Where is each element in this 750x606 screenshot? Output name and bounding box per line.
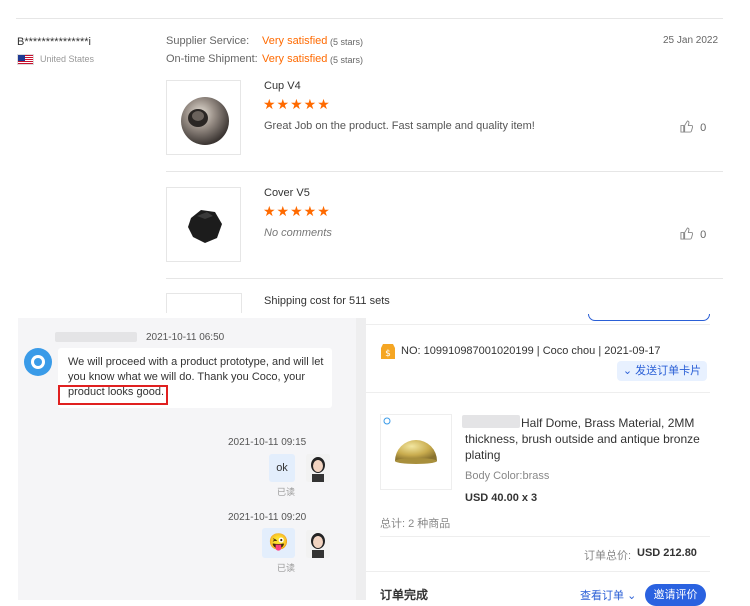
send-order-card-button[interactable]: ⌄ 发送订单卡片 (617, 361, 707, 381)
msg-2-read-status: 已读 (277, 487, 296, 497)
user-avatar (306, 454, 330, 482)
cup-v4-thumbnail[interactable] (166, 80, 241, 155)
chat-panel: 2021-10-11 06:50 We will proceed with a … (18, 318, 356, 600)
item-1-review-text: Great Job on the product. Fast sample an… (264, 120, 535, 132)
item-3-thumbnail[interactable] (166, 293, 242, 313)
chevron-down-icon: ⌄ (627, 590, 637, 602)
chevron-down-icon: ⌄ (622, 365, 633, 377)
item-1-like-count: 0 (700, 122, 707, 134)
panel-gutter (356, 318, 366, 600)
user-avatar (306, 530, 330, 558)
thumbs-up-icon (680, 227, 696, 241)
order-total-value: USD 212.80 (637, 547, 697, 559)
product-body-color: Body Color:brass (465, 470, 550, 482)
supplier-service-label: Supplier Service: (166, 35, 250, 47)
product-price-qty: USD 40.00 x 3 (465, 492, 538, 504)
product-title[interactable]: Half Dome, Brass Material, 2MM thickness… (465, 415, 703, 463)
order-icon: $ (380, 342, 396, 360)
item-separator (166, 171, 723, 172)
order-number: NO: 109910987001020199 | Coco chou | 202… (401, 345, 661, 357)
order-status: 订单完成 (380, 588, 429, 602)
view-order-link[interactable]: 查看订单 ⌄ (580, 587, 636, 603)
item-1-name: Cup V4 (264, 80, 301, 92)
item-2-stars: ★★★★★ (263, 203, 331, 219)
shipping-cost-line: Shipping cost for 511 sets (264, 295, 390, 307)
item-separator (166, 278, 723, 279)
order-divider (366, 571, 710, 572)
item-2-review-text: No comments (264, 227, 332, 239)
review-date: 25 Jan 2022 (663, 35, 719, 46)
item-2-name: Cover V5 (264, 187, 310, 199)
msg-3-emoji-bubble: 😜 (262, 528, 295, 558)
msg-2-bubble: ok (269, 454, 295, 482)
product-thumbnail[interactable] (380, 414, 452, 490)
item-2-like-count: 0 (700, 229, 707, 241)
supplier-service-value: Very satisfied (262, 35, 328, 47)
reviewer-name: B***************i (17, 36, 91, 48)
msg-3-read-status: 已读 (277, 563, 296, 573)
svg-text:$: $ (385, 349, 391, 359)
cover-v5-thumbnail[interactable] (166, 187, 241, 262)
total-items: 总计: 2 种商品 (380, 518, 451, 530)
order-panel: $ NO: 109910987001020199 | Coco chou | 2… (366, 314, 710, 606)
item-2-like-button[interactable]: 0 (680, 227, 706, 241)
order-divider (366, 392, 710, 393)
order-top-divider (366, 324, 710, 325)
top-divider (16, 18, 723, 19)
us-flag-icon (17, 54, 34, 65)
invite-review-button[interactable]: 邀请评价 (645, 584, 706, 606)
msg-2-time: 2021-10-11 09:15 (228, 437, 307, 448)
msg-3-time: 2021-10-11 09:20 (228, 512, 307, 523)
sender-name-blurred (55, 332, 137, 342)
order-total-label: 订单总价: (584, 550, 632, 562)
highlight-box (58, 385, 168, 405)
msg-1-time: 2021-10-11 06:50 (146, 332, 225, 343)
shipment-stars: (5 stars) (330, 55, 364, 65)
reviewer-country: United States (40, 54, 95, 64)
item-1-stars: ★★★★★ (263, 96, 331, 112)
item-1-like-button[interactable]: 0 (680, 120, 706, 134)
thumbs-up-icon (680, 120, 696, 134)
previous-chip-edge (588, 314, 710, 321)
agent-avatar (24, 348, 52, 376)
shipment-label: On-time Shipment: (166, 53, 258, 65)
shipment-value: Very satisfied (262, 53, 328, 65)
supplier-service-stars: (5 stars) (330, 37, 364, 47)
order-divider (380, 536, 710, 537)
